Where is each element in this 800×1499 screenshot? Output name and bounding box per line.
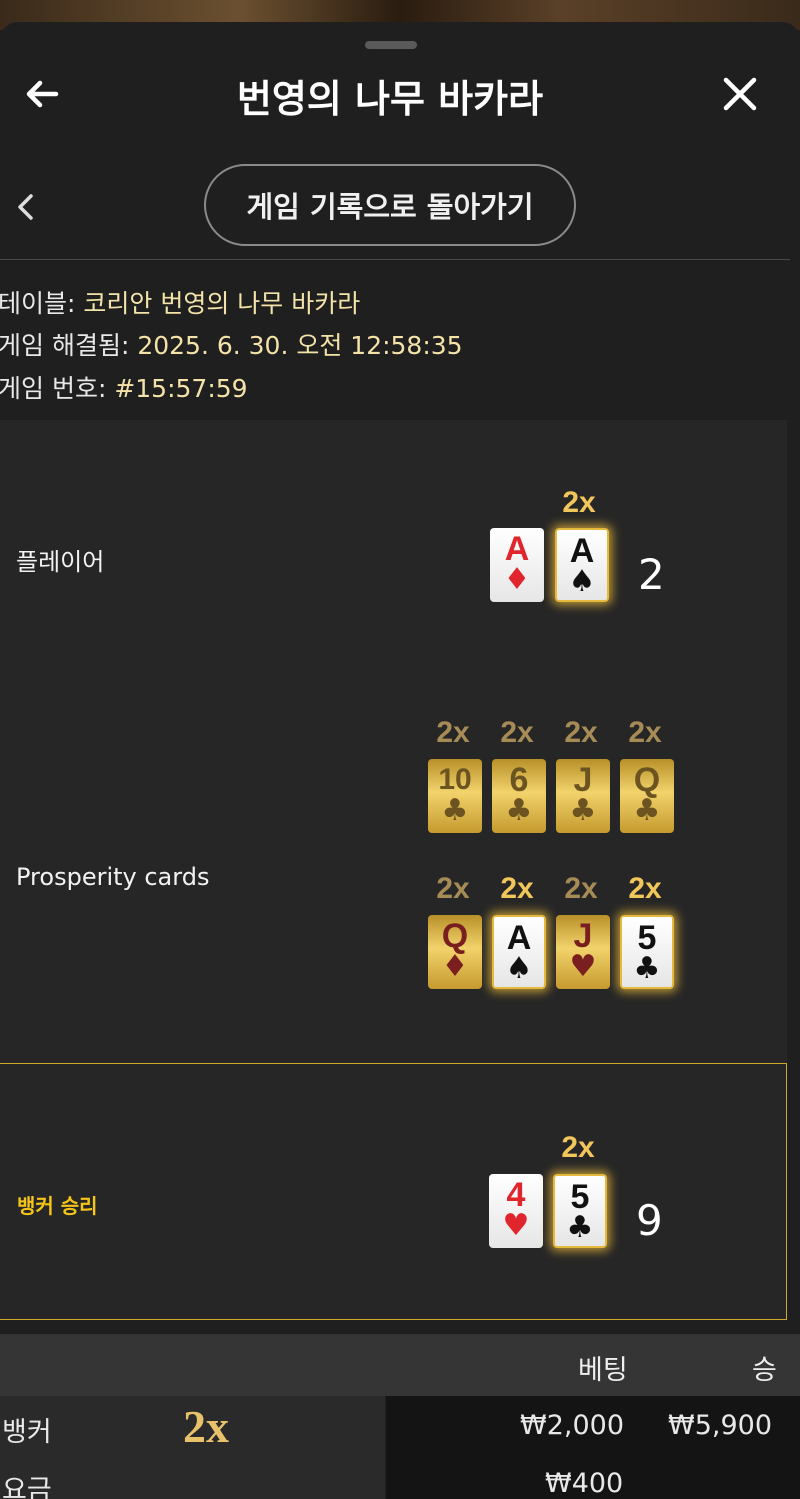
close-icon[interactable] (720, 74, 760, 114)
bet-amount: ₩2,000 (520, 1410, 624, 1441)
bet-name: 요금 (2, 1475, 52, 1499)
player-card-2: A ♠ (555, 528, 609, 602)
diamond-suit-icon: ♦ (441, 949, 469, 984)
spade-suit-icon: ♠ (568, 564, 596, 599)
info-game-number-label: 게임 번호: (0, 374, 107, 403)
info-resolved-label: 게임 해결됨: (0, 331, 130, 360)
prosperity-card-r2-c2: A ♠ (492, 915, 546, 989)
bet-amount: ₩400 (545, 1468, 624, 1499)
column-bet: 베팅 (578, 1355, 628, 1386)
player-label: 플레이어 (16, 548, 105, 576)
info-table: 테이블: 코리안 번영의 나무 바카라 (0, 284, 360, 320)
table-row: 뱅커 2x ₩2,000 ₩5,900 (0, 1396, 800, 1458)
bet-multiplier: 2x (183, 1401, 229, 1452)
banker-card-1: 4 ♥ (489, 1174, 543, 1248)
club-suit-icon: ♣ (633, 793, 661, 828)
game-history-panel: 번영의 나무 바카라 게임 기록으로 돌아가기 테이블: 코리안 번영의 나무 … (0, 22, 800, 1499)
banker-row-highlight: 뱅커 승리 2x 4 ♥ 5 ♣ 9 (0, 1063, 787, 1320)
prosperity-r2-c2-multiplier: 2x (500, 872, 534, 905)
prosperity-card-r1-c2: 6 ♣ (492, 759, 546, 833)
club-suit-icon: ♣ (569, 793, 597, 828)
prosperity-r2-c3-multiplier: 2x (564, 872, 598, 905)
info-table-label: 테이블: (0, 289, 76, 318)
prosperity-card-r1-c1: 10 ♣ (428, 759, 482, 833)
chevron-left-icon[interactable] (14, 192, 38, 222)
prosperity-r1-c1-multiplier: 2x (436, 716, 470, 749)
win-amount: ₩5,900 (668, 1410, 772, 1441)
prosperity-card-r1-c4: Q ♣ (620, 759, 674, 833)
prosperity-card-r2-c1: Q ♦ (428, 915, 482, 989)
banker-card-2: 5 ♣ (553, 1174, 607, 1248)
banker-score: 9 (636, 1196, 663, 1245)
prosperity-r1-c4-multiplier: 2x (628, 716, 662, 749)
prosperity-card-r2-c4: 5 ♣ (620, 915, 674, 989)
prosperity-card-r1-c3: J ♣ (556, 759, 610, 833)
heart-suit-icon: ♥ (569, 949, 597, 984)
column-win: 승 (752, 1355, 777, 1386)
diamond-suit-icon: ♦ (503, 562, 531, 597)
heart-suit-icon: ♥ (502, 1208, 530, 1243)
banker-win-label: 뱅커 승리 (17, 1194, 98, 1218)
info-resolved: 게임 해결됨: 2025. 6. 30. 오전 12:58:35 (0, 326, 463, 362)
info-table-value: 코리안 번영의 나무 바카라 (83, 289, 361, 318)
info-resolved-value: 2025. 6. 30. 오전 12:58:35 (137, 331, 463, 360)
divider (0, 259, 790, 260)
club-suit-icon: ♣ (633, 951, 661, 986)
spade-suit-icon: ♠ (505, 951, 533, 986)
info-game-number-value: #15:57:59 (114, 374, 248, 403)
info-game-number: 게임 번호: #15:57:59 (0, 369, 248, 405)
table-row: 요금 ₩400 (0, 1458, 800, 1499)
prosperity-r2-c1-multiplier: 2x (436, 872, 470, 905)
club-suit-icon: ♣ (505, 793, 533, 828)
player-card-1: A ♦ (490, 528, 544, 602)
bet-name: 뱅커 (2, 1417, 52, 1448)
page-title: 번영의 나무 바카라 (236, 77, 544, 121)
prosperity-r1-c3-multiplier: 2x (564, 716, 598, 749)
drag-handle[interactable] (365, 41, 417, 49)
player-score: 2 (638, 550, 665, 599)
bets-table-header: 베팅 승 (0, 1334, 800, 1396)
prosperity-label: Prosperity cards (16, 863, 210, 891)
prosperity-r1-c2-multiplier: 2x (500, 716, 534, 749)
prosperity-r2-c4-multiplier: 2x (628, 872, 662, 905)
club-suit-icon: ♣ (441, 793, 469, 828)
prosperity-card-r2-c3: J ♥ (556, 915, 610, 989)
club-suit-icon: ♣ (566, 1210, 594, 1245)
player-card-2-multiplier: 2x (562, 486, 596, 519)
back-to-history-button[interactable]: 게임 기록으로 돌아가기 (204, 164, 576, 246)
row-left-cell (0, 1458, 385, 1499)
banker-card-2-multiplier: 2x (561, 1131, 595, 1164)
